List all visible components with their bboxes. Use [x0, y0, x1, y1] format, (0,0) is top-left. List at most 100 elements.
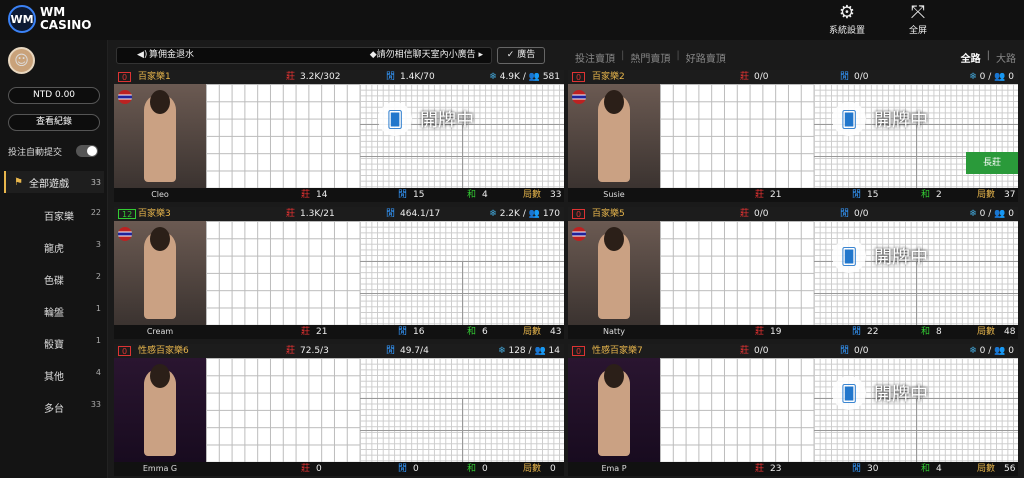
logo-text-line2: CASINO	[40, 18, 92, 32]
banker-label: 莊	[740, 346, 750, 356]
user-count: 170	[542, 209, 560, 219]
sidebar-item-count: 1	[95, 304, 101, 313]
table-card[interactable]: 0 百家樂2 莊 0/0 閒 0/0 ❄ 0 / 👥 0 Susie 🂠 開牌中…	[568, 70, 1018, 202]
player-bets: 1.4K/70	[400, 72, 435, 82]
sidebar-item-label: 龍虎	[44, 244, 64, 255]
table-card[interactable]: 0 性感百家樂7 莊 0/0 閒 0/0 ❄ 0 / 👥 0 Ema P 🂠 開…	[568, 344, 1018, 476]
table-number: 0	[118, 346, 132, 356]
flag-icon	[572, 227, 586, 241]
table-header: 0 性感百家樂7 莊 0/0 閒 0/0 ❄ 0 / 👥 0	[568, 344, 1018, 358]
dealer-video[interactable]	[114, 221, 206, 325]
shuffle-overlay: 🂠 開牌中	[832, 239, 928, 273]
snowflake-icon: ❄	[489, 209, 497, 219]
news-left-text: 算佣金退水	[149, 50, 195, 60]
sidebar-item-count: 1	[95, 336, 101, 345]
auto-submit-toggle[interactable]	[76, 145, 98, 157]
tab-big-road[interactable]: 大路	[996, 50, 1016, 65]
table-header: 0 百家樂1 莊 3.2K/302 閒 1.4K/70 ❄ 4.9K / 👥 5…	[114, 70, 564, 84]
sidebar-item-other[interactable]: 其他 4	[0, 368, 108, 386]
logo-mark: WM	[8, 5, 36, 33]
player-bets: 464.1/17	[400, 209, 441, 219]
shuffle-text: 開牌中	[874, 110, 928, 131]
dealer-name: Natty	[568, 325, 660, 339]
dealer-video[interactable]	[568, 84, 660, 188]
player-count-label: 閒	[398, 190, 408, 200]
table-card[interactable]: 12 百家樂3 莊 1.3K/21 閒 464.1/17 ❄ 2.2K / 👥 …	[114, 207, 564, 339]
banker-count-label: 莊	[301, 327, 311, 337]
tab-bet-top[interactable]: 投注賣頂	[575, 50, 615, 65]
dealer-video[interactable]	[568, 221, 660, 325]
settings-button[interactable]: ⚙ 系統設置	[825, 3, 869, 37]
sidebar-item-count: 2	[95, 272, 101, 281]
banker-bets: 0/0	[754, 72, 769, 82]
sidebar-item-count: 4	[95, 368, 101, 377]
table-name: 百家樂5	[592, 209, 625, 219]
users-icon: 👥	[534, 346, 546, 356]
rounds-label: 局數	[523, 190, 542, 200]
banker-count: 19	[770, 327, 782, 337]
player-count-label: 閒	[398, 464, 408, 474]
tie-count: 4	[936, 464, 942, 474]
table-card[interactable]: 0 百家樂1 莊 3.2K/302 閒 1.4K/70 ❄ 4.9K / 👥 5…	[114, 70, 564, 202]
total-bet: 128	[508, 346, 526, 356]
dealer-video[interactable]	[568, 358, 660, 462]
tie-count: 8	[936, 327, 942, 337]
sidebar-item-label: 色碟	[44, 276, 64, 287]
sidebar-item-multi-table[interactable]: 多台 33	[0, 400, 108, 418]
sidebar-item-roulette[interactable]: 輪盤 1	[0, 304, 108, 322]
flag-icon	[118, 90, 132, 104]
user-count: 0	[1008, 346, 1014, 356]
player-bets: 0/0	[854, 346, 869, 356]
cards-icon: 🂠	[832, 102, 866, 136]
shuffle-overlay: 🂠 開牌中	[378, 102, 474, 136]
tab-all-roads[interactable]: 全路	[961, 50, 981, 65]
player-label: 閒	[840, 209, 850, 219]
users-icon: 👥	[528, 72, 540, 82]
player-count-label: 閒	[852, 190, 862, 200]
tab-bar: 投注賣頂 | 熱門賣頂 | 好路賣頂	[575, 50, 726, 65]
tab-good-road-top[interactable]: 好路賣頂	[686, 50, 726, 65]
dealer-video[interactable]	[114, 84, 206, 188]
tie-count-label: 和	[921, 327, 931, 337]
table-number: 0	[572, 346, 586, 356]
player-count-label: 閒	[398, 327, 408, 337]
sidebar-item-all-games[interactable]: ⚑ 全部遊戲 33	[4, 171, 104, 193]
player-label: 閒	[386, 346, 396, 356]
rounds-label: 局數	[977, 190, 996, 200]
dealer-video[interactable]	[114, 358, 206, 462]
dealer-figure	[144, 364, 176, 456]
dealer-name: Cream	[114, 325, 206, 339]
avatar[interactable]: ☺	[8, 47, 35, 74]
rounds-label: 局數	[977, 327, 996, 337]
rounds-count: 0	[550, 464, 556, 474]
table-number: 0	[118, 72, 132, 82]
auto-submit-label: 投注自動提交	[8, 148, 63, 158]
sidebar-item-sedie[interactable]: 色碟 2	[0, 272, 108, 290]
table-name: 性感百家樂7	[592, 346, 643, 356]
dealer-figure	[598, 227, 630, 319]
sidebar: ☺ NTD 0.00 查看紀錄 投注自動提交 ⚑ 全部遊戲 33 百家樂 22 龍…	[0, 40, 108, 478]
player-count: 0	[413, 464, 419, 474]
banker-count-label: 莊	[301, 464, 311, 474]
table-card[interactable]: 0 百家樂5 莊 0/0 閒 0/0 ❄ 0 / 👥 0 Natty 🂠 開牌中…	[568, 207, 1018, 339]
sidebar-item-dragon-tiger[interactable]: 龍虎 3	[0, 240, 108, 258]
sidebar-item-sicbo[interactable]: 骰寶 1	[0, 336, 108, 354]
sidebar-item-count: 22	[90, 208, 101, 217]
table-name: 性感百家樂6	[138, 346, 189, 356]
fullscreen-button[interactable]: ⤧ 全屏	[896, 3, 940, 37]
tab-hot-top[interactable]: 熱門賣頂	[630, 50, 670, 65]
users-icon: 👥	[994, 209, 1006, 219]
sidebar-item-label: 多台	[44, 404, 64, 415]
total-bet: 0	[979, 209, 986, 219]
table-card[interactable]: 0 性感百家樂6 莊 72.5/3 閒 49.7/4 ❄ 128 / 👥 14 …	[114, 344, 564, 476]
records-button[interactable]: 查看紀錄	[8, 114, 100, 131]
sidebar-item-baccarat[interactable]: 百家樂 22	[0, 208, 108, 226]
banker-count-label: 莊	[755, 464, 765, 474]
table-footer: 莊 23 閒 30 和 4 局數 56	[660, 462, 1018, 476]
player-count-label: 閒	[852, 327, 862, 337]
settings-label: 系統設置	[828, 26, 865, 36]
table-number: 0	[572, 209, 586, 219]
player-count: 16	[413, 327, 425, 337]
fullscreen-label: 全屏	[908, 26, 927, 36]
ad-button[interactable]: ✓ 廣告	[497, 47, 545, 64]
